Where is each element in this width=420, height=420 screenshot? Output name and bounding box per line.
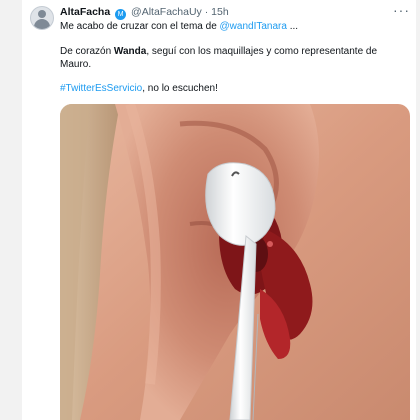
tweet-text: , seguí con los maquillajes y como repre… (146, 46, 378, 57)
tweet-header: AltaFacha M @AltaFachaUy · 15h (60, 6, 229, 20)
more-options-icon[interactable]: ··· (393, 2, 410, 18)
tweet-line-4: #TwitterEsServicio, no lo escuchen! (60, 82, 405, 95)
display-name[interactable]: AltaFacha (60, 6, 110, 18)
tweet-line-3: Mauro. (60, 59, 92, 70)
verified-badge-icon: M (115, 9, 127, 20)
tweet-text: Me acabo de cruzar con el tema de (60, 21, 220, 32)
hashtag-link[interactable]: #TwitterEsServicio (60, 83, 142, 94)
mention-link[interactable]: @wandITanara (220, 21, 287, 32)
bold-name: Wanda (113, 46, 147, 57)
avatar-body (34, 19, 50, 29)
avatar[interactable] (30, 6, 54, 30)
tweet-text: , no lo escuchen! (142, 83, 218, 94)
avatar-head (38, 10, 46, 18)
tweet-line-2: De corazón Wanda, seguí con los maquilla… (60, 45, 405, 58)
tweet-card[interactable]: AltaFacha M @AltaFachaUy · 15h ··· Me ac… (22, 0, 416, 420)
ear-earbud-illustration (60, 104, 410, 420)
timestamp[interactable]: 15h (211, 6, 229, 18)
handle[interactable]: @AltaFachaUy (131, 6, 202, 18)
tweet-text: De corazón (60, 46, 114, 57)
separator: · (204, 6, 209, 18)
tweet-media-image[interactable] (60, 104, 410, 420)
tweet-line-1: Me acabo de cruzar con el tema de @wandI… (60, 20, 405, 33)
ellipsis: ... (286, 21, 299, 32)
